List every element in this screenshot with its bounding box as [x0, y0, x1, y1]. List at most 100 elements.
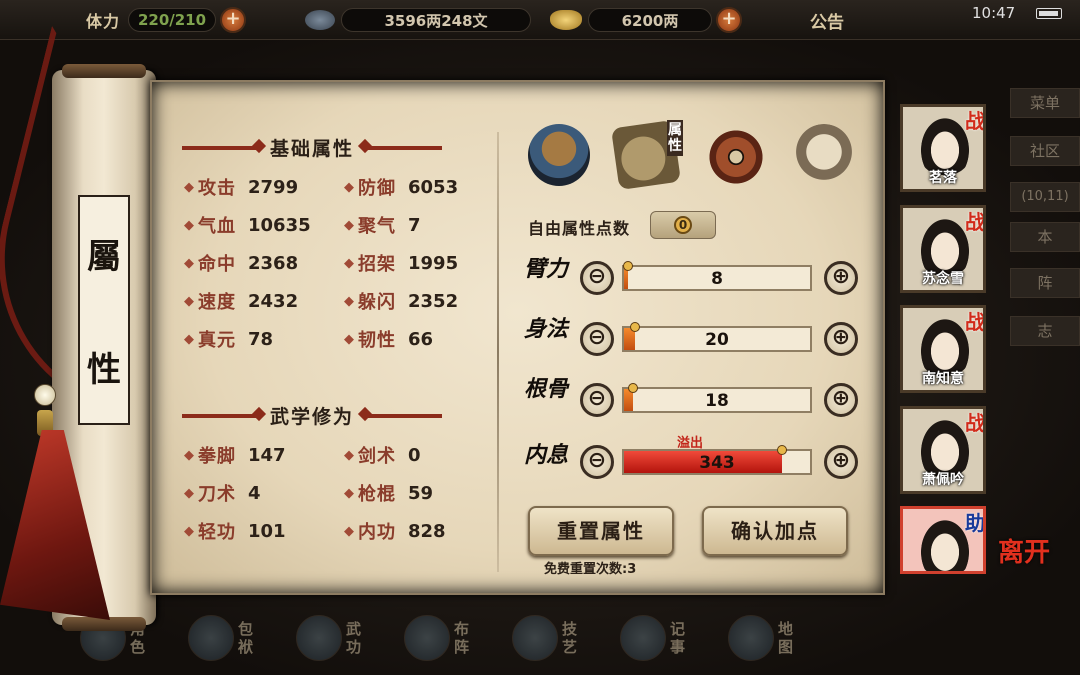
- heading-ornament-left: [182, 145, 262, 150]
- gold-resource: 6200两 +: [550, 7, 742, 33]
- stat-lightness: ◆ 轻功 101: [184, 520, 286, 544]
- side-item-b[interactable]: 阵: [1010, 268, 1080, 298]
- inner-breath-bar: 343: [622, 445, 812, 475]
- notice-button[interactable]: 公告: [810, 8, 844, 33]
- strength-minus-button[interactable]: ⊖: [580, 261, 614, 295]
- coin-icon: 0: [674, 216, 692, 234]
- stat-fist: ◆ 拳脚 147: [184, 444, 286, 468]
- inner-breath-value: 343: [699, 453, 735, 473]
- stat-defense: ◆ 防御 6053: [344, 176, 459, 200]
- party-card-selected[interactable]: 助: [900, 506, 986, 574]
- silver-icon: [305, 10, 335, 30]
- page-title: 屬 性: [78, 195, 130, 425]
- heading-ornament-right: [362, 413, 443, 418]
- nav-bag[interactable]: 包袱: [188, 608, 288, 668]
- tab-meridians[interactable]: [793, 124, 855, 186]
- tab-formation[interactable]: [705, 126, 767, 188]
- strength-plus-button[interactable]: ⊕: [824, 261, 858, 295]
- stat-blade: ◆ 刀术 4: [184, 482, 261, 506]
- battery-icon: [1036, 8, 1062, 19]
- constitution-value: 18: [705, 391, 729, 411]
- agility-minus-button[interactable]: ⊖: [580, 322, 614, 356]
- agility-bar: 20: [622, 322, 812, 352]
- community-button[interactable]: 社区: [1010, 136, 1080, 166]
- gold-ingot-icon: [550, 10, 582, 30]
- attr-constitution-label: 根骨: [524, 376, 569, 402]
- map-icon: [728, 615, 774, 661]
- stat-qi-gather: ◆ 聚气 7: [344, 214, 421, 238]
- bag-icon: [188, 615, 234, 661]
- stat-sword: ◆ 剑术 0: [344, 444, 421, 468]
- basic-attributes-heading: 基础属性: [182, 134, 443, 161]
- bottom-nav: 角色 包袱 武功 布阵 技艺 记事 地图: [80, 608, 880, 675]
- stat-spear: ◆ 枪棍 59: [344, 482, 434, 506]
- stat-hit: ◆ 命中 2368: [184, 252, 299, 276]
- stamina-resource: 体力 220/210 +: [86, 7, 247, 33]
- stat-true-essence: ◆ 真元 78: [184, 328, 274, 352]
- teapot-icon: [512, 615, 558, 661]
- inner-breath-plus-button[interactable]: ⊕: [824, 445, 858, 479]
- party-card[interactable]: 战 苏念雪: [900, 205, 986, 293]
- clock: 10:47: [972, 4, 1016, 22]
- heading-ornament-right: [362, 145, 443, 150]
- agility-plus-button[interactable]: ⊕: [824, 322, 858, 356]
- free-points-value: 0: [650, 211, 716, 239]
- attribute-panel: 基础属性 ◆ 攻击 2799 ◆ 防御 6053 ◆ 气血 10635 ◆ 聚气 7 ◆ 命中 23…: [150, 80, 885, 595]
- stat-parry: ◆ 招架 1995: [344, 252, 459, 276]
- battle-tag: 战: [965, 411, 985, 435]
- gold-value: 6200两: [588, 8, 712, 32]
- party-name: 茗落: [929, 170, 957, 186]
- battle-tag: 战: [965, 310, 985, 334]
- reset-attributes-button[interactable]: 重置属性: [528, 506, 674, 556]
- title-char-top: 屬: [87, 237, 121, 277]
- stat-hp: ◆ 气血 10635: [184, 214, 311, 238]
- party-card[interactable]: 战 萧佩吟: [900, 406, 986, 494]
- stat-toughness: ◆ 韧性 66: [344, 328, 434, 352]
- nav-journal[interactable]: 记事: [620, 608, 720, 668]
- stat-attack: ◆ 攻击 2799: [184, 176, 299, 200]
- confirm-points-button[interactable]: 确认加点: [702, 506, 848, 556]
- side-item-a[interactable]: 本: [1010, 222, 1080, 252]
- party-name: 萧佩吟: [922, 472, 964, 488]
- panel-divider: [497, 132, 499, 572]
- inner-breath-minus-button[interactable]: ⊖: [580, 445, 614, 479]
- agility-value: 20: [705, 330, 729, 350]
- stat-speed: ◆ 速度 2432: [184, 290, 299, 314]
- add-stamina-button[interactable]: +: [220, 7, 247, 33]
- constitution-plus-button[interactable]: ⊕: [824, 383, 858, 417]
- stat-dodge: ◆ 躲闪 2352: [344, 290, 459, 314]
- battle-tag: 战: [965, 109, 985, 133]
- menu-button[interactable]: 菜单: [1010, 88, 1080, 118]
- stamina-label: 体力: [86, 12, 121, 31]
- add-gold-button[interactable]: +: [716, 7, 742, 33]
- free-reset-count: 免费重置次数:3: [544, 562, 637, 577]
- tab-attributes-label: 属性: [667, 120, 683, 156]
- jade-bead-icon: [34, 384, 56, 406]
- silver-resource: 3596两248文: [305, 7, 531, 33]
- nav-map[interactable]: 地图: [728, 608, 828, 668]
- party-card[interactable]: 战 茗落: [900, 104, 986, 192]
- leave-button[interactable]: 离开: [998, 540, 1058, 566]
- party-name: 苏念雪: [922, 271, 964, 287]
- bagua-icon: [404, 615, 450, 661]
- nav-skills[interactable]: 技艺: [512, 608, 612, 668]
- stat-inner-power: ◆ 内功 828: [344, 520, 446, 544]
- nav-formation[interactable]: 布阵: [404, 608, 504, 668]
- heading-ornament-left: [182, 413, 262, 418]
- nav-martial-arts[interactable]: 武功: [296, 608, 396, 668]
- party-name: 南知意: [922, 371, 964, 387]
- assist-tag: 助: [965, 511, 985, 535]
- constitution-minus-button[interactable]: ⊖: [580, 383, 614, 417]
- martial-heading: 武学修为: [182, 402, 443, 429]
- scroll-icon: [620, 615, 666, 661]
- title-char-bottom: 性: [87, 350, 121, 390]
- strength-bar: 8: [622, 261, 812, 291]
- stamina-value: 220/210: [128, 8, 217, 32]
- books-icon: [296, 615, 342, 661]
- party-card[interactable]: 战 南知意: [900, 305, 986, 393]
- attr-agility-label: 身法: [524, 316, 569, 342]
- free-points-label: 自由属性点数: [528, 219, 631, 238]
- coords-readout: (10,11): [1010, 182, 1080, 212]
- tab-equipment[interactable]: [528, 124, 590, 186]
- side-item-c[interactable]: 志: [1010, 316, 1080, 346]
